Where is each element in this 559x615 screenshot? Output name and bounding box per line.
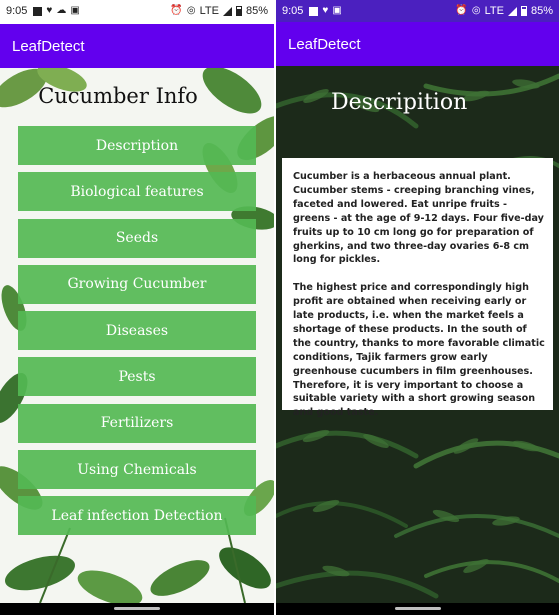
heart-icon: ♥ xyxy=(46,5,53,16)
fertilizers-button[interactable]: Fertilizers xyxy=(18,403,256,443)
network-type: LTE xyxy=(199,5,219,17)
page-title: Cucumber Info xyxy=(38,84,198,108)
notification-icon xyxy=(309,6,319,16)
using-chemicals-button[interactable]: Using Chemicals xyxy=(18,450,256,490)
app-bar: LeafDetect xyxy=(276,22,559,66)
biological-features-button[interactable]: Biological features xyxy=(18,172,256,212)
info-menu: Description Biological features Seeds Gr… xyxy=(18,126,256,543)
hotspot-icon: ◎ xyxy=(186,5,196,16)
app-bar: LeafDetect xyxy=(0,24,274,68)
navigation-bar xyxy=(276,603,559,615)
navigation-bar xyxy=(0,603,274,615)
description-paragraph: The highest price and correspondingly hi… xyxy=(293,282,545,419)
left-phone-screen: 9:05 ♥ ☁ ▣ ⏰ ◎ LTE 85% LeafDetect Cucumb… xyxy=(0,0,274,615)
cloud-icon: ☁ xyxy=(56,5,67,16)
hotspot-icon: ◎ xyxy=(471,5,481,16)
description-page: Descripition Cucumber is a herbaceous an… xyxy=(276,66,559,603)
screenshot-icon: ▣ xyxy=(332,5,342,16)
battery-percent: 85% xyxy=(245,5,268,17)
status-bar: 9:05 ♥ ☁ ▣ ⏰ ◎ LTE 85% xyxy=(0,0,274,22)
status-bar: 9:05 ♥ ▣ ⏰ ◎ LTE 85% xyxy=(276,0,559,22)
diseases-button[interactable]: Diseases xyxy=(18,311,256,351)
home-gesture-handle[interactable] xyxy=(394,607,441,610)
battery-icon xyxy=(520,6,527,16)
app-title: LeafDetect xyxy=(288,35,361,53)
app-title: LeafDetect xyxy=(12,37,85,55)
signal-icon xyxy=(222,6,232,16)
growing-cucumber-button[interactable]: Growing Cucumber xyxy=(18,264,256,304)
leaf-infection-detection-button[interactable]: Leaf infection Detection xyxy=(18,496,256,536)
notification-icon xyxy=(33,6,43,16)
alarm-icon: ⏰ xyxy=(455,5,468,16)
description-button[interactable]: Description xyxy=(18,126,256,165)
heart-icon: ♥ xyxy=(322,5,329,16)
description-card: Cucumber is a herbaceous annual plant. C… xyxy=(282,158,553,418)
right-phone-screen: 9:05 ♥ ▣ ⏰ ◎ LTE 85% LeafDetect Descripi… xyxy=(276,0,559,615)
screenshot-icon: ▣ xyxy=(70,5,80,16)
seeds-button[interactable]: Seeds xyxy=(18,218,256,258)
status-time: 9:05 xyxy=(282,5,304,17)
alarm-icon: ⏰ xyxy=(170,5,183,16)
cucumber-info-page: Cucumber Info Description Biological fea… xyxy=(0,68,274,603)
signal-icon xyxy=(507,6,517,16)
battery-icon xyxy=(235,6,242,16)
network-type: LTE xyxy=(484,5,504,17)
description-paragraph: Cucumber is a herbaceous annual plant. C… xyxy=(293,171,544,266)
battery-percent: 85% xyxy=(530,5,553,17)
home-gesture-handle[interactable] xyxy=(114,607,160,610)
pests-button[interactable]: Pests xyxy=(18,357,256,397)
page-title: Descripition xyxy=(331,90,468,115)
status-time: 9:05 xyxy=(6,5,28,17)
